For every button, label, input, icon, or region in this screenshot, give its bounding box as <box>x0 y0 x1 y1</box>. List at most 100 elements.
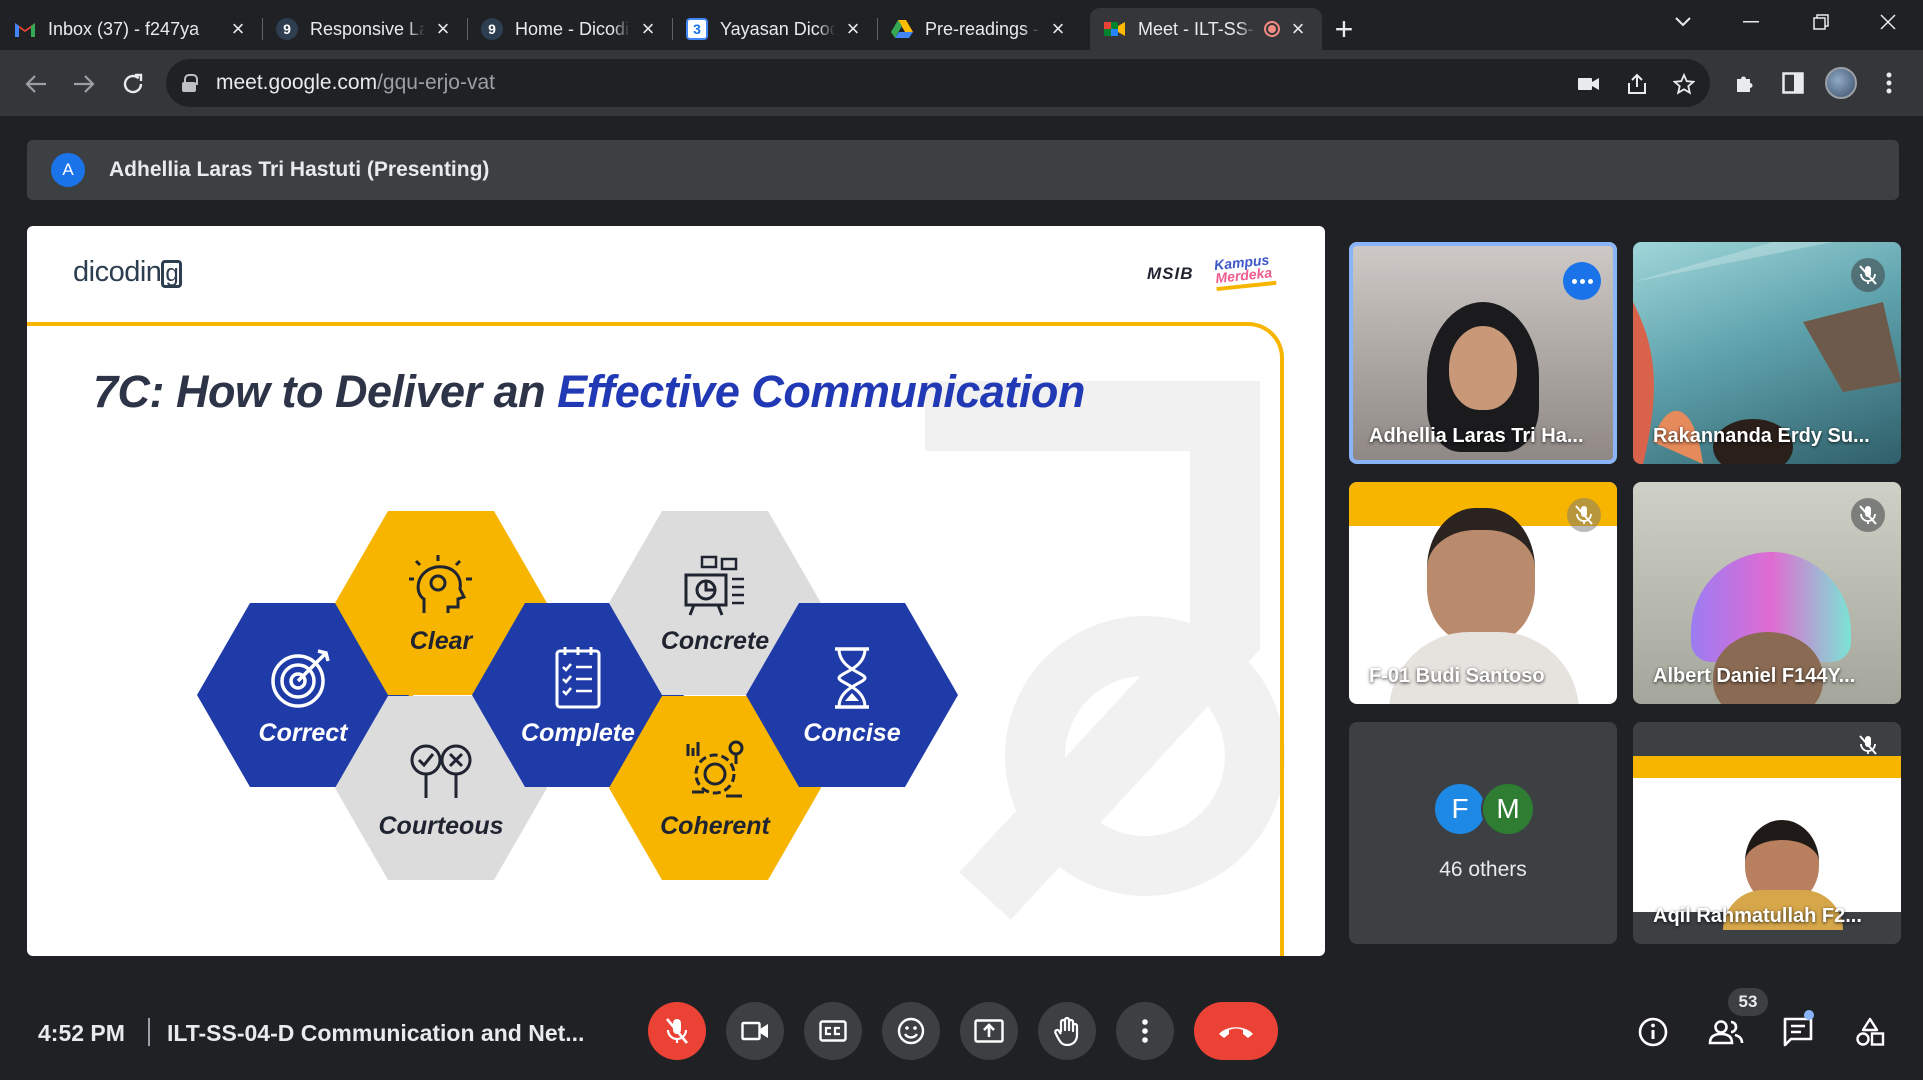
address-bar[interactable]: meet.google.com/gqu-erjo-vat <box>166 59 1710 107</box>
seven-c-diagram: Correct Clear Courteous Complete Concret… <box>197 511 1117 881</box>
presenting-label: Adhellia Laras Tri Hastuti (Presenting) <box>109 158 490 181</box>
participant-face <box>1427 508 1535 642</box>
tab-home-dicoding[interactable]: 9 Home - Dicoding S × <box>467 8 672 50</box>
camera-toggle-button[interactable] <box>726 1002 784 1060</box>
participant-name: Albert Daniel F144Y... <box>1653 665 1856 687</box>
present-icon <box>974 1019 1004 1043</box>
raise-hand-button[interactable] <box>1038 1002 1096 1060</box>
lock-icon[interactable] <box>182 74 198 92</box>
more-options-button[interactable] <box>1563 262 1601 300</box>
checklist-icon <box>555 646 601 708</box>
close-tab-icon[interactable]: × <box>433 16 453 41</box>
avatar: F <box>1433 782 1487 836</box>
divider <box>148 1018 150 1046</box>
target-icon <box>271 648 330 708</box>
hex-label: Complete <box>521 718 635 747</box>
unread-indicator <box>1804 1010 1814 1020</box>
meet-stage: A Adhellia Laras Tri Hastuti (Presenting… <box>0 116 1923 1080</box>
calendar-icon: 3 <box>686 18 708 40</box>
tab-title: Inbox (37) - f247ya <box>48 18 200 39</box>
avatar: A <box>51 153 85 187</box>
muted-mic-icon <box>1567 498 1601 532</box>
tab-title: Meet - ILT-SS- <box>1138 18 1254 39</box>
participant-face <box>1449 326 1517 410</box>
camera-in-use-icon[interactable] <box>1576 71 1602 97</box>
participant-name: Rakannanda Erdy Su... <box>1653 425 1870 447</box>
tab-title: Pre-readings - SIB <box>925 18 1040 39</box>
hex-label: Correct <box>258 718 348 747</box>
closed-captions-icon <box>819 1020 847 1042</box>
current-time: 4:52 PM <box>38 1020 125 1046</box>
reload-icon[interactable] <box>115 66 151 102</box>
chrome-menu-icon[interactable] <box>1872 66 1906 100</box>
share-icon[interactable] <box>1624 71 1650 97</box>
tab-title: Home - Dicoding S <box>515 18 630 39</box>
side-panel-icon[interactable] <box>1776 66 1810 100</box>
others-tile[interactable]: F M 46 others <box>1349 722 1617 944</box>
chat-icon <box>1783 1017 1813 1047</box>
activities-button[interactable] <box>1850 1012 1890 1052</box>
close-tab-icon[interactable]: × <box>843 16 863 41</box>
slide-title: 7C: How to Deliver an Effective Communic… <box>93 366 1085 417</box>
dicoding-logo: dicodin g <box>73 256 183 289</box>
presentation-chart-icon <box>684 555 744 616</box>
close-tab-icon[interactable]: × <box>1048 16 1068 41</box>
others-count: 46 others <box>1439 858 1527 881</box>
tab-gmail[interactable]: Inbox (37) - f247ya × <box>0 8 262 50</box>
forward-arrow-icon[interactable] <box>66 66 102 102</box>
presentation-banner: A Adhellia Laras Tri Hastuti (Presenting… <box>27 140 1899 200</box>
meeting-details-button[interactable] <box>1633 1012 1673 1052</box>
hex-label: Concise <box>803 718 901 747</box>
meet-icon <box>1104 18 1126 40</box>
close-tab-icon[interactable]: × <box>228 16 248 41</box>
hex-label: Coherent <box>660 811 770 840</box>
close-window-button[interactable] <box>1853 0 1923 44</box>
url-path: /gqu-erjo-vat <box>377 71 495 94</box>
bookmark-star-icon[interactable] <box>1671 71 1697 97</box>
tab-yayasan-dicoding[interactable]: 3 Yayasan Dicoding I × <box>672 8 877 50</box>
meeting-title: ILT-SS-04-D Communication and Net... <box>167 1020 585 1046</box>
participant-tile[interactable]: Albert Daniel F144Y... <box>1633 482 1901 704</box>
tab-title: Responsive Layout <box>310 18 425 39</box>
restore-button[interactable] <box>1786 0 1856 44</box>
present-screen-button[interactable] <box>960 1002 1018 1060</box>
new-tab-button[interactable]: + <box>1322 8 1366 50</box>
emoji-icon <box>897 1017 925 1045</box>
people-button[interactable] <box>1706 1012 1746 1052</box>
participant-tile[interactable]: Rakannanda Erdy Su... <box>1633 242 1901 464</box>
shared-screen-slide[interactable]: dicodin g MSIB Kampus Merdeka 7C: How to D… <box>27 226 1325 956</box>
reactions-button[interactable] <box>882 1002 940 1060</box>
activities-icon <box>1856 1017 1885 1046</box>
hourglass-icon <box>835 646 869 709</box>
tab-pre-readings[interactable]: Pre-readings - SIB × <box>877 8 1082 50</box>
muted-mic-icon <box>1851 728 1885 762</box>
mic-toggle-button[interactable] <box>648 1002 706 1060</box>
captions-button[interactable] <box>804 1002 862 1060</box>
hand-icon <box>1054 1016 1079 1046</box>
leave-call-button[interactable] <box>1194 1002 1278 1060</box>
avatar: M <box>1481 782 1535 836</box>
close-tab-icon[interactable]: × <box>638 16 658 41</box>
url-host: meet.google.com <box>216 71 378 94</box>
profile-avatar[interactable] <box>1824 66 1858 100</box>
dicoding-icon: 9 <box>481 18 503 40</box>
gear-chart-icon <box>686 740 744 797</box>
tab-search-icon[interactable] <box>1648 0 1718 44</box>
tab-responsive-layout[interactable]: 9 Responsive Layout × <box>262 8 467 50</box>
participant-tile[interactable]: Adhellia Laras Tri Ha... <box>1349 242 1617 464</box>
back-arrow-icon[interactable] <box>18 66 54 102</box>
participant-tile[interactable]: F-01 Budi Santoso <box>1349 482 1617 704</box>
head-gears-icon <box>409 554 472 613</box>
participant-name: Adhellia Laras Tri Ha... <box>1369 425 1584 447</box>
check-cross-icon <box>410 744 472 798</box>
more-options-button[interactable] <box>1116 1002 1174 1060</box>
hex-label: Courteous <box>378 811 504 840</box>
minimize-button[interactable] <box>1716 0 1786 44</box>
hex-label: Clear <box>409 626 473 655</box>
muted-mic-icon <box>1851 498 1885 532</box>
close-tab-icon[interactable]: × <box>1288 16 1308 41</box>
tab-meet[interactable]: Meet - ILT-SS- × <box>1090 8 1322 50</box>
participant-tile[interactable]: Aqil Rahmatullah F2... <box>1633 722 1901 944</box>
extensions-icon[interactable] <box>1728 66 1762 100</box>
gmail-icon <box>14 18 36 40</box>
